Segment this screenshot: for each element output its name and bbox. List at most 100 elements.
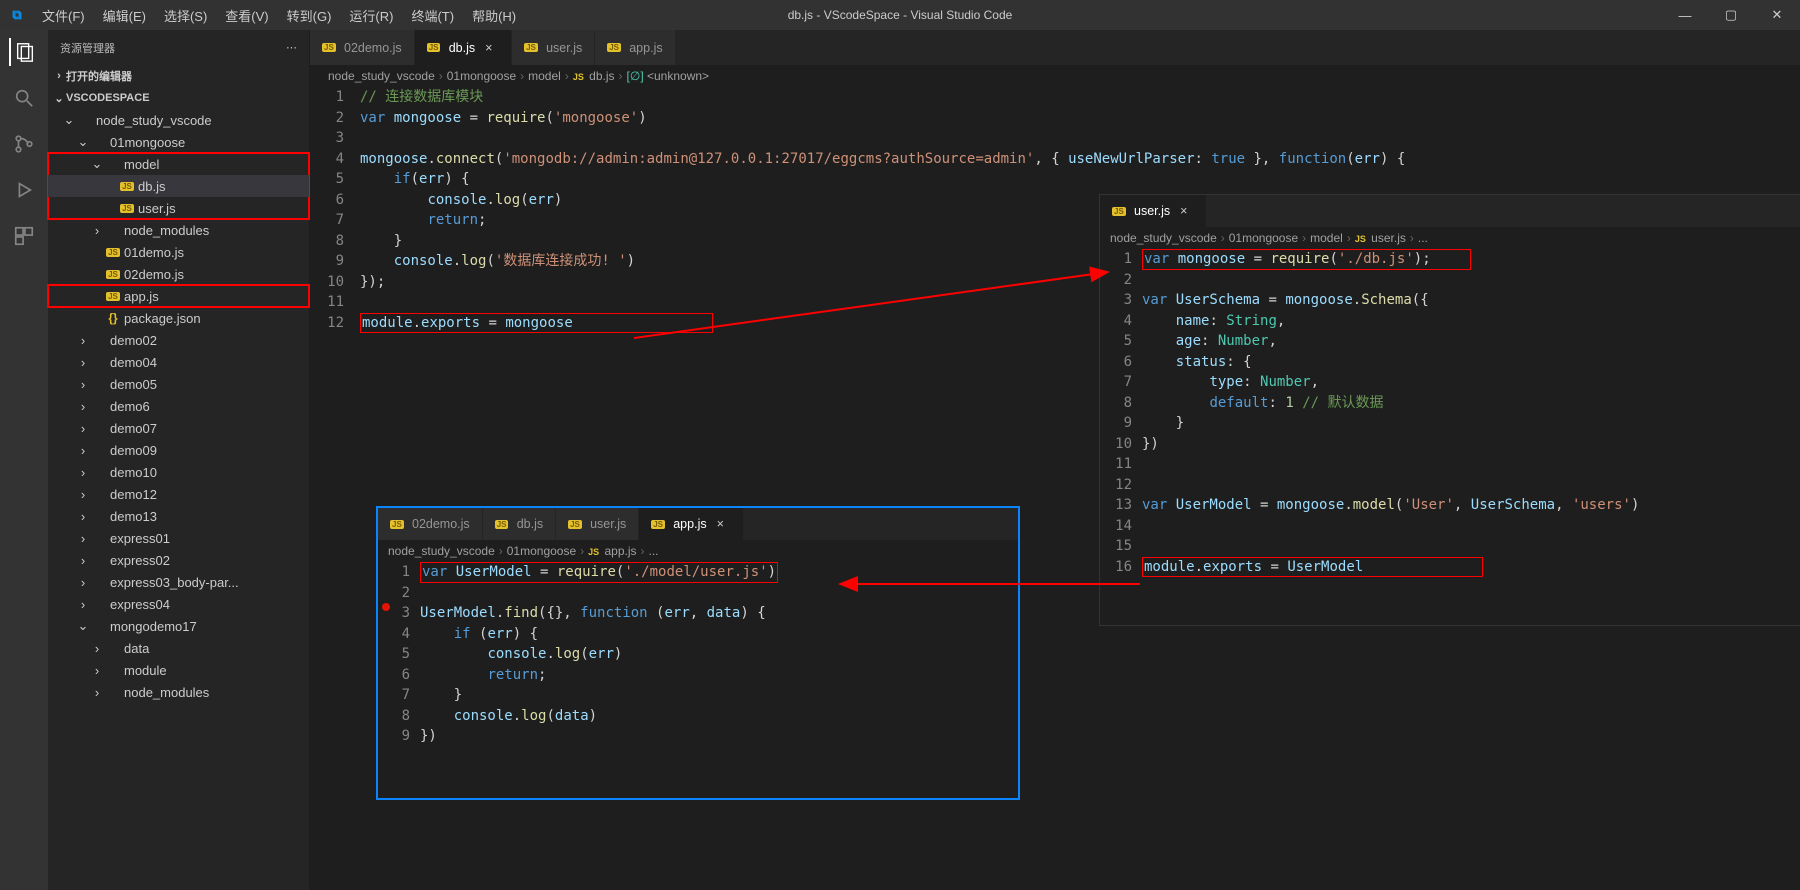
code-line[interactable]: name: String, xyxy=(1142,311,1800,332)
breadcrumb-segment[interactable]: ... xyxy=(649,544,659,558)
menu-item[interactable]: 转到(G) xyxy=(279,2,340,29)
code-line[interactable]: status: { xyxy=(1142,352,1800,373)
close-icon[interactable]: × xyxy=(1180,204,1194,218)
more-icon[interactable]: ⋯ xyxy=(286,41,297,54)
code-line[interactable]: console.log(err) xyxy=(420,644,1018,665)
editor-tab[interactable]: JSuser.js xyxy=(556,508,639,540)
code-line[interactable]: var UserModel = mongoose.model('User', U… xyxy=(1142,495,1800,516)
code-line[interactable]: if(err) { xyxy=(360,169,1800,190)
file-item[interactable]: {}package.json xyxy=(48,307,309,329)
code-line[interactable]: var UserModel = require('./model/user.js… xyxy=(420,562,1018,583)
code-line[interactable]: UserModel.find({}, function (err, data) … xyxy=(420,603,1018,624)
editor-tab[interactable]: JSuser.js xyxy=(512,30,595,65)
folder-item[interactable]: ›data xyxy=(48,637,309,659)
editor-tab[interactable]: JSdb.js xyxy=(483,508,556,540)
code-line[interactable]: } xyxy=(420,685,1018,706)
code-editor-user[interactable]: 12345678910111213141516 var mongoose = r… xyxy=(1100,249,1800,577)
folder-item[interactable]: ›demo07 xyxy=(48,417,309,439)
folder-item[interactable]: ›demo02 xyxy=(48,329,309,351)
menu-item[interactable]: 帮助(H) xyxy=(464,2,524,29)
breadcrumb-segment[interactable]: model xyxy=(1310,231,1343,245)
breadcrumb-segment[interactable]: 01mongoose xyxy=(1229,231,1298,245)
breadcrumb-user[interactable]: node_study_vscode › 01mongoose › model ›… xyxy=(1100,227,1800,249)
open-editors-header[interactable]: ›打开的编辑器 xyxy=(48,65,309,87)
code-line[interactable] xyxy=(360,128,1800,149)
close-icon[interactable]: × xyxy=(717,517,731,531)
file-item[interactable]: JSuser.js xyxy=(48,197,309,219)
code-line[interactable] xyxy=(1142,475,1800,496)
code-line[interactable]: if (err) { xyxy=(420,624,1018,645)
editor-tab[interactable]: JSdb.js× xyxy=(415,30,512,65)
editor-tab[interactable]: JSapp.js× xyxy=(639,508,743,540)
folder-item[interactable]: ›demo10 xyxy=(48,461,309,483)
file-item[interactable]: JS02demo.js xyxy=(48,263,309,285)
breadcrumb-segment[interactable]: ... xyxy=(1418,231,1428,245)
editor-tab[interactable]: JSuser.js× xyxy=(1100,195,1207,227)
breadcrumb-segment[interactable]: JS app.js xyxy=(588,544,636,558)
minimize-button[interactable]: — xyxy=(1662,0,1708,30)
breadcrumb[interactable]: node_study_vscode › 01mongoose › model ›… xyxy=(310,65,1800,87)
folder-item[interactable]: ›module xyxy=(48,659,309,681)
file-item[interactable]: JSdb.js xyxy=(48,175,309,197)
run-debug-icon[interactable] xyxy=(10,176,38,204)
code-line[interactable]: var UserSchema = mongoose.Schema({ xyxy=(1142,290,1800,311)
menu-item[interactable]: 文件(F) xyxy=(34,2,93,29)
code-line[interactable] xyxy=(1142,536,1800,557)
breadcrumb-segment[interactable]: JS user.js xyxy=(1355,231,1406,245)
editor-tab[interactable]: JS02demo.js xyxy=(378,508,483,540)
folder-item[interactable]: ›demo6 xyxy=(48,395,309,417)
file-item[interactable]: JSapp.js xyxy=(48,285,309,307)
breadcrumb-segment[interactable]: node_study_vscode xyxy=(328,69,435,83)
code-editor-app[interactable]: 123456789 var UserModel = require('./mod… xyxy=(378,562,1018,747)
breadcrumb-segment[interactable]: JS db.js xyxy=(573,69,615,83)
code-line[interactable]: var mongoose = require('./db.js'); xyxy=(1142,249,1800,270)
folder-item[interactable]: ›express01 xyxy=(48,527,309,549)
code-line[interactable]: module.exports = UserModel xyxy=(1142,557,1800,578)
code-line[interactable] xyxy=(420,583,1018,604)
workspace-header[interactable]: ⌄VSCODESPACE xyxy=(48,87,309,109)
menu-item[interactable]: 运行(R) xyxy=(341,2,401,29)
close-button[interactable]: ✕ xyxy=(1754,0,1800,30)
code-line[interactable] xyxy=(1142,270,1800,291)
code-line[interactable]: // 连接数据库模块 xyxy=(360,87,1800,108)
menu-item[interactable]: 选择(S) xyxy=(156,2,215,29)
breadcrumb-app[interactable]: node_study_vscode › 01mongoose › JS app.… xyxy=(378,540,1018,562)
code-line[interactable]: type: Number, xyxy=(1142,372,1800,393)
breadcrumb-segment[interactable]: node_study_vscode xyxy=(1110,231,1217,245)
menu-item[interactable]: 编辑(E) xyxy=(95,2,154,29)
menu-item[interactable]: 终端(T) xyxy=(403,2,462,29)
search-icon[interactable] xyxy=(10,84,38,112)
code-line[interactable]: }) xyxy=(1142,434,1800,455)
folder-item[interactable]: ›express04 xyxy=(48,593,309,615)
maximize-button[interactable]: ▢ xyxy=(1708,0,1754,30)
folder-item[interactable]: ›express03_body-par... xyxy=(48,571,309,593)
folder-item[interactable]: ⌄mongodemo17 xyxy=(48,615,309,637)
code-line[interactable] xyxy=(1142,454,1800,475)
folder-item[interactable]: ›node_modules xyxy=(48,681,309,703)
code-line[interactable]: }) xyxy=(420,726,1018,747)
breakpoint-indicator[interactable] xyxy=(382,603,390,611)
editor-tab[interactable]: JS02demo.js xyxy=(310,30,415,65)
breadcrumb-segment[interactable]: model xyxy=(528,69,561,83)
source-control-icon[interactable] xyxy=(10,130,38,158)
breadcrumb-segment[interactable]: node_study_vscode xyxy=(388,544,495,558)
breadcrumb-segment[interactable]: 01mongoose xyxy=(507,544,576,558)
folder-item[interactable]: ⌄model xyxy=(48,153,309,175)
code-line[interactable]: mongoose.connect('mongodb://admin:admin@… xyxy=(360,149,1800,170)
editor-tab[interactable]: JSapp.js xyxy=(595,30,675,65)
code-line[interactable]: age: Number, xyxy=(1142,331,1800,352)
code-line[interactable]: var mongoose = require('mongoose') xyxy=(360,108,1800,129)
menu-item[interactable]: 查看(V) xyxy=(217,2,276,29)
folder-item[interactable]: ›demo12 xyxy=(48,483,309,505)
folder-item[interactable]: ›express02 xyxy=(48,549,309,571)
explorer-icon[interactable] xyxy=(9,38,37,66)
breadcrumb-segment[interactable]: 01mongoose xyxy=(447,69,516,83)
breadcrumb-segment[interactable]: [∅] <unknown> xyxy=(627,69,710,83)
folder-item[interactable]: ›demo04 xyxy=(48,351,309,373)
folder-item[interactable]: ⌄node_study_vscode xyxy=(48,109,309,131)
folder-item[interactable]: ⌄01mongoose xyxy=(48,131,309,153)
code-line[interactable] xyxy=(1142,516,1800,537)
code-line[interactable]: default: 1 // 默认数据 xyxy=(1142,393,1800,414)
code-line[interactable]: return; xyxy=(420,665,1018,686)
folder-item[interactable]: ›demo13 xyxy=(48,505,309,527)
